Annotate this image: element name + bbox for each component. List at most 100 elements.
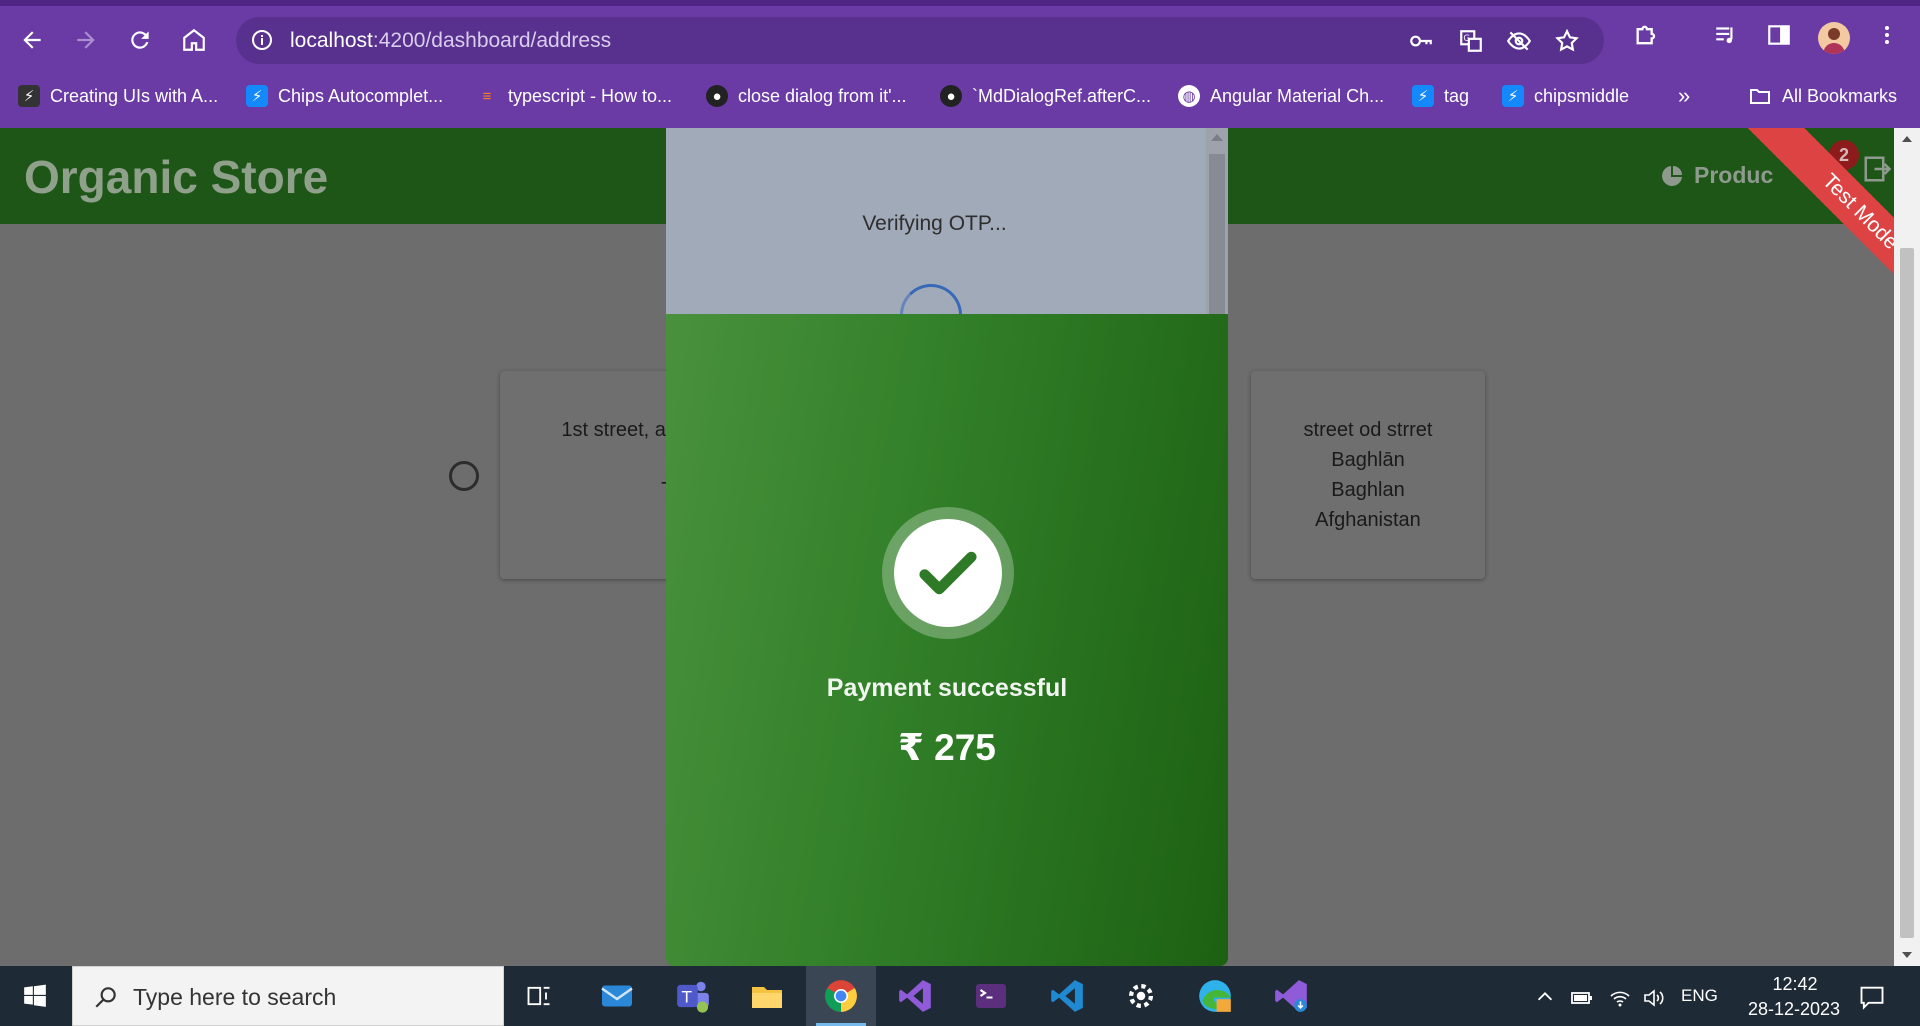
terminal-app[interactable] — [956, 966, 1026, 1026]
forward-arrow-icon — [77, 31, 95, 49]
address-line: Baghlān — [1331, 449, 1405, 471]
bookmarks-bar: ⚡ Creating UIs with A... ⚡ Chips Autocom… — [0, 78, 1920, 114]
reload-button[interactable] — [120, 20, 160, 60]
bookmark-item[interactable]: ⚡ chipsmiddle — [1502, 82, 1629, 110]
scroll-up-icon[interactable] — [1902, 136, 1912, 142]
terminal-icon — [976, 984, 1006, 1008]
address-card[interactable]: street od strret Baghlān Baghlan Afghani… — [1251, 371, 1485, 579]
volume-icon[interactable] — [1642, 986, 1666, 1010]
wifi-icon[interactable] — [1608, 986, 1632, 1010]
stackoverflow-icon: ≡ — [482, 87, 492, 105]
chevron-up-icon[interactable] — [1534, 986, 1556, 1008]
clock-date[interactable]: 28-12-2023 — [1734, 999, 1854, 1020]
file-explorer-app[interactable] — [732, 966, 802, 1026]
visual-studio-app[interactable] — [880, 966, 950, 1026]
bookmark-item[interactable]: ≡ typescript - How to... — [476, 82, 672, 110]
otp-verification-panel: Verifying OTP... — [666, 128, 1228, 314]
bookmark-item[interactable]: ⚡ Creating UIs with A... — [18, 82, 218, 110]
bookmark-label: close dialog from it'... — [738, 85, 907, 106]
page-scrollbar[interactable] — [1894, 128, 1920, 966]
page-content: Organic Store Produc 2 1st street, ar M … — [0, 128, 1894, 966]
notification-icon[interactable] — [1858, 983, 1886, 1011]
bookmark-label: typescript - How to... — [508, 85, 673, 106]
test-mode-label: Test Mode — [1746, 128, 1894, 322]
back-arrow-icon — [23, 31, 41, 49]
search-placeholder: Type here to search — [133, 984, 337, 1010]
stackblitz-icon: ⚡ — [1412, 85, 1434, 107]
taskbar-search-box[interactable]: Type here to search — [72, 966, 504, 1026]
bookmarks-overflow-button[interactable]: » — [1678, 82, 1690, 110]
mail-app[interactable] — [582, 966, 652, 1026]
payment-success-title: Payment successful — [826, 674, 1068, 702]
chrome-app[interactable] — [806, 966, 876, 1026]
forward-button[interactable] — [66, 20, 106, 60]
test-mode-ribbon: Test Mode — [1700, 128, 1894, 322]
otp-scrollbar[interactable] — [1206, 128, 1228, 314]
site-info-icon[interactable] — [250, 28, 274, 52]
payment-modal: Verifying OTP... Payment successful ₹ 27… — [666, 128, 1228, 966]
queue-music-icon — [1716, 27, 1733, 44]
extensions-button[interactable] — [1632, 20, 1662, 50]
bookmark-label: chipsmiddle — [1534, 85, 1630, 106]
address-radio[interactable] — [449, 461, 479, 491]
url-path: :4200/dashboard/address — [372, 29, 612, 52]
puzzle-icon — [1636, 25, 1656, 45]
eye-off-icon[interactable] — [1506, 28, 1532, 54]
settings-app[interactable] — [1106, 966, 1176, 1026]
url-host: localhost — [290, 29, 373, 52]
key-icon[interactable] — [1408, 28, 1434, 54]
bookmark-item[interactable]: ⚡ Chips Autocomplet... — [246, 82, 443, 110]
stackblitz-icon: ⚡ — [246, 85, 268, 107]
svg-text:G: G — [1463, 34, 1470, 44]
github-icon: ● — [940, 85, 962, 107]
url-text[interactable]: localhost:4200/dashboard/address — [290, 29, 611, 53]
bookmark-item[interactable]: ⚡ tag — [1412, 82, 1469, 110]
success-check-ring — [882, 507, 1014, 639]
windows-logo-icon — [24, 984, 46, 1007]
search-icon — [95, 987, 116, 1008]
bookmark-item[interactable]: ● `MdDialogRef.afterC... — [940, 82, 1151, 110]
start-button[interactable] — [0, 966, 70, 1026]
media-controls-button[interactable] — [1711, 20, 1741, 50]
address-bar[interactable]: localhost:4200/dashboard/address G — [236, 17, 1604, 64]
home-icon — [183, 28, 205, 51]
all-bookmarks-label: All Bookmarks — [1782, 85, 1898, 106]
svg-text:T: T — [681, 987, 692, 1006]
overflow-label: » — [1678, 83, 1691, 108]
visual-studio-installer-app[interactable] — [1256, 966, 1326, 1026]
folder-icon — [1750, 89, 1770, 104]
stackblitz-icon: ⚡ — [1502, 85, 1524, 107]
task-view-button[interactable] — [504, 966, 574, 1026]
bookmark-label: Creating UIs with A... — [50, 85, 219, 106]
profile-avatar[interactable] — [1818, 22, 1850, 54]
reload-icon — [131, 31, 149, 49]
teams-app[interactable]: T — [658, 966, 728, 1026]
clock-time[interactable]: 12:42 — [1760, 974, 1830, 995]
vscode-app[interactable] — [1032, 966, 1102, 1026]
star-icon[interactable] — [1554, 28, 1580, 54]
visual-studio-icon — [899, 980, 931, 1012]
translate-icon[interactable]: G — [1458, 28, 1484, 54]
bookmark-item[interactable]: ● close dialog from it'... — [706, 82, 907, 110]
scroll-down-icon[interactable] — [1902, 952, 1912, 958]
all-bookmarks-button[interactable]: All Bookmarks — [1748, 82, 1897, 110]
bookmark-item[interactable]: ◍ Angular Material Ch... — [1178, 82, 1384, 110]
edge-app[interactable] — [1180, 966, 1250, 1026]
task-view-icon — [527, 986, 550, 1006]
pie-chart-icon — [1662, 165, 1682, 186]
home-button[interactable] — [174, 20, 214, 60]
language-indicator[interactable]: ENG — [1681, 986, 1718, 1006]
battery-icon[interactable] — [1570, 986, 1594, 1010]
side-panel-button[interactable] — [1764, 20, 1794, 50]
loading-spinner-icon — [900, 284, 962, 314]
scroll-thumb[interactable] — [1900, 248, 1914, 938]
otp-status-text: Verifying OTP... — [862, 212, 1007, 235]
browser-toolbar: localhost:4200/dashboard/address G ⚡ Cre… — [0, 0, 1920, 128]
payment-success-panel: Payment successful ₹ 275 — [666, 314, 1228, 966]
browser-menu-button[interactable] — [1872, 20, 1902, 50]
scroll-thumb[interactable] — [1209, 154, 1225, 314]
scroll-up-icon[interactable] — [1211, 134, 1223, 141]
back-button[interactable] — [12, 20, 52, 60]
store-title[interactable]: Organic Store — [24, 150, 328, 204]
stackblitz-icon: ⚡ — [18, 85, 40, 107]
